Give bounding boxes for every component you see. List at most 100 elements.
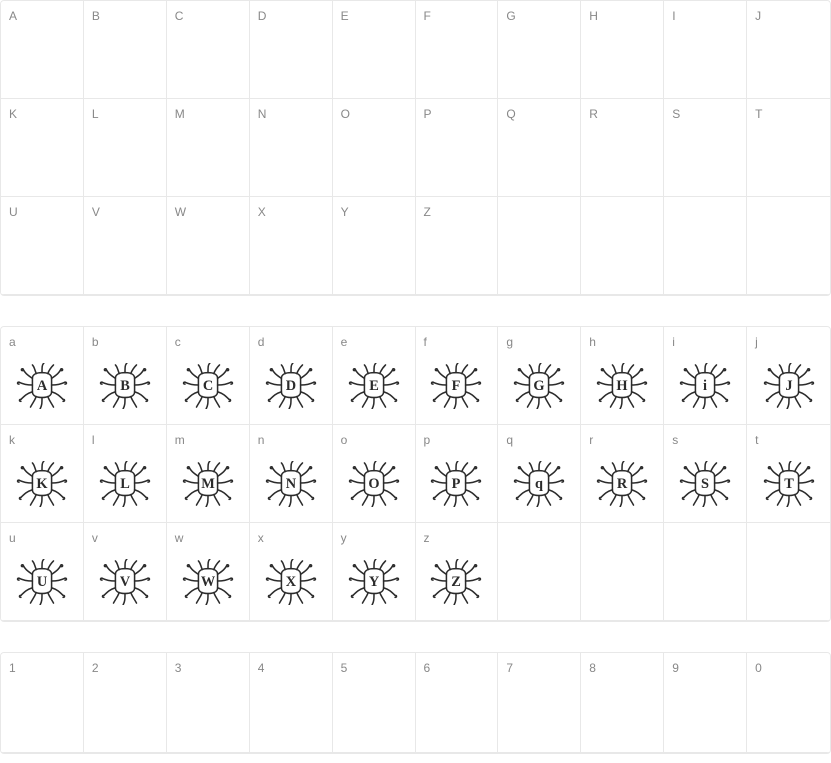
cell-label: x	[258, 531, 324, 545]
cell-label: b	[92, 335, 158, 349]
cell-glyph: K	[9, 453, 75, 514]
numbers-grid: 1234567890	[0, 652, 831, 754]
cell-label: O	[341, 107, 407, 121]
numbers-section: 1234567890	[0, 652, 831, 754]
cell-glyph	[589, 681, 655, 744]
cell-glyph	[175, 29, 241, 90]
cell-label: p	[424, 433, 490, 447]
cell-label: N	[258, 107, 324, 121]
cell-glyph	[258, 29, 324, 90]
cell-label: P	[424, 107, 490, 121]
cell-glyph: i	[672, 355, 738, 416]
cell-glyph	[589, 29, 655, 90]
bug-glyph-icon: Y	[345, 559, 403, 605]
charmap-cell	[664, 523, 747, 621]
charmap-cell: oO	[333, 425, 416, 523]
charmap-cell: tT	[747, 425, 830, 523]
cell-label: a	[9, 335, 75, 349]
bug-glyph-icon: U	[13, 559, 71, 605]
charmap-cell: G	[498, 1, 581, 99]
cell-glyph	[341, 127, 407, 188]
cell-glyph: C	[175, 355, 241, 416]
cell-label: r	[589, 433, 655, 447]
cell-glyph	[92, 681, 158, 744]
svg-text:V: V	[120, 574, 131, 590]
charmap-cell: X	[250, 197, 333, 295]
svg-text:L: L	[120, 476, 130, 492]
cell-label: g	[506, 335, 572, 349]
cell-glyph	[424, 225, 490, 286]
svg-text:Y: Y	[368, 574, 379, 590]
cell-label: Y	[341, 205, 407, 219]
bug-glyph-icon: i	[676, 363, 734, 409]
bug-glyph-icon: Z	[427, 559, 485, 605]
lowercase-grid: aAbBcCdDeEfFgGhHiijJkKlLmMnNoOpPqqrRsStT…	[0, 326, 831, 622]
svg-text:K: K	[36, 476, 48, 492]
cell-glyph	[506, 681, 572, 744]
cell-glyph	[175, 681, 241, 744]
svg-text:N: N	[285, 476, 296, 492]
cell-label: H	[589, 9, 655, 23]
svg-text:F: F	[452, 378, 461, 394]
charmap-cell: 3	[167, 653, 250, 753]
cell-glyph: W	[175, 551, 241, 612]
cell-glyph	[258, 127, 324, 188]
cell-glyph	[672, 29, 738, 90]
charmap-cell: 0	[747, 653, 830, 753]
charmap-cell: 5	[333, 653, 416, 753]
cell-glyph	[92, 225, 158, 286]
cell-label: Q	[506, 107, 572, 121]
bug-glyph-icon: F	[427, 363, 485, 409]
charmap-cell: E	[333, 1, 416, 99]
cell-label: h	[589, 335, 655, 349]
charmap-cell	[498, 197, 581, 295]
cell-glyph	[589, 537, 655, 612]
cell-glyph	[92, 127, 158, 188]
cell-glyph: P	[424, 453, 490, 514]
cell-glyph	[341, 225, 407, 286]
charmap-cell	[581, 197, 664, 295]
cell-glyph	[258, 225, 324, 286]
charmap-cell: xX	[250, 523, 333, 621]
bug-glyph-icon: W	[179, 559, 237, 605]
cell-label: u	[9, 531, 75, 545]
cell-label: M	[175, 107, 241, 121]
charmap-cell: T	[747, 99, 830, 197]
svg-text:D: D	[285, 378, 295, 394]
cell-glyph	[755, 211, 822, 286]
charmap-cell: hH	[581, 327, 664, 425]
charmap-cell	[498, 523, 581, 621]
bug-glyph-icon: P	[427, 461, 485, 507]
cell-label: 7	[506, 661, 572, 675]
cell-label: F	[424, 9, 490, 23]
charmap-cell	[581, 523, 664, 621]
cell-label: c	[175, 335, 241, 349]
svg-text:q: q	[535, 476, 543, 492]
charmap-cell: vV	[84, 523, 167, 621]
cell-glyph: X	[258, 551, 324, 612]
charmap-cell: R	[581, 99, 664, 197]
cell-glyph	[672, 537, 738, 612]
cell-glyph: N	[258, 453, 324, 514]
cell-glyph	[506, 127, 572, 188]
cell-label: 3	[175, 661, 241, 675]
cell-label: X	[258, 205, 324, 219]
svg-text:C: C	[203, 378, 213, 394]
bug-glyph-icon: N	[262, 461, 320, 507]
cell-glyph	[506, 211, 572, 286]
uppercase-section: ABCDEFGHIJKLMNOPQRSTUVWXYZ	[0, 0, 831, 296]
cell-label: f	[424, 335, 490, 349]
cell-glyph: A	[9, 355, 75, 416]
svg-text:E: E	[369, 378, 379, 394]
bug-glyph-icon: T	[760, 461, 818, 507]
charmap-cell: cC	[167, 327, 250, 425]
svg-text:i: i	[703, 378, 707, 394]
charmap-cell	[747, 197, 830, 295]
svg-text:U: U	[37, 574, 48, 590]
bug-glyph-icon: X	[262, 559, 320, 605]
cell-glyph: F	[424, 355, 490, 416]
svg-text:X: X	[285, 574, 296, 590]
charmap-cell: K	[1, 99, 84, 197]
cell-label: K	[9, 107, 75, 121]
cell-label: t	[755, 433, 822, 447]
